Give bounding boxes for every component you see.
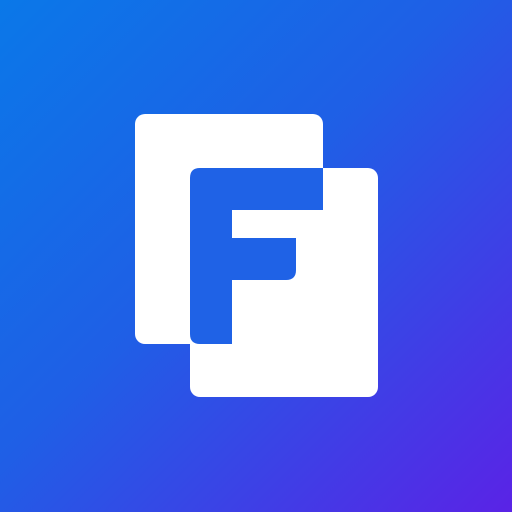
f-logo-icon — [135, 114, 378, 397]
app-icon-canvas — [0, 0, 512, 512]
